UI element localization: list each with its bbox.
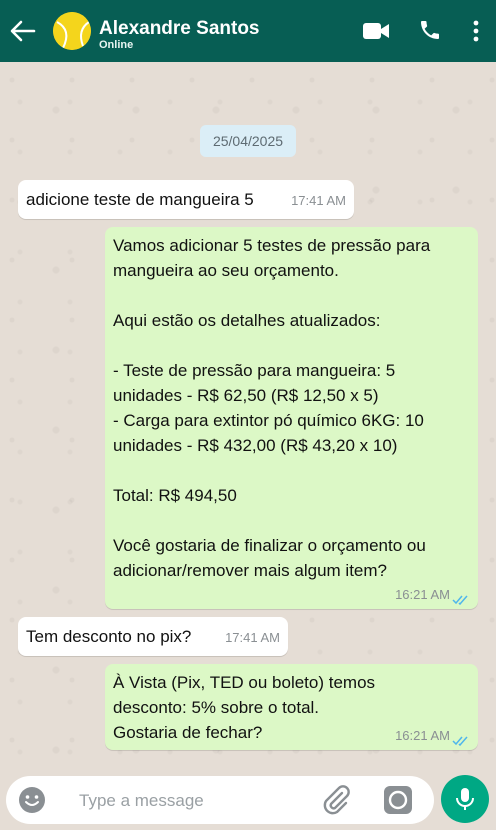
camera-icon[interactable] [383, 785, 413, 815]
more-options-icon[interactable] [472, 19, 480, 43]
double-check-icon [452, 736, 468, 746]
message-text: Vamos adicionar 5 testes de pressão para… [113, 236, 431, 580]
message-time: 16:21 AM [395, 728, 450, 743]
mic-button[interactable] [441, 775, 489, 823]
message-composer[interactable]: Type a message [6, 776, 434, 824]
tennis-ball-icon [53, 12, 91, 50]
chat-header: Alexandre Santos Online [0, 0, 496, 62]
double-check-icon [452, 595, 468, 605]
back-arrow-icon[interactable] [10, 18, 36, 44]
attach-icon[interactable] [320, 784, 352, 816]
message-incoming[interactable]: Tem desconto no pix? 17:41 AM [18, 617, 288, 656]
message-time: 16:21 AM [395, 587, 450, 602]
message-time: 17:41 AM [291, 193, 346, 208]
date-divider: 25/04/2025 [200, 125, 296, 157]
message-input[interactable]: Type a message [79, 791, 204, 811]
message-outgoing[interactable]: À Vista (Pix, TED ou boleto) temos desco… [105, 664, 478, 750]
phone-icon[interactable] [418, 18, 442, 42]
emoji-icon[interactable] [18, 786, 46, 814]
message-outgoing[interactable]: Vamos adicionar 5 testes de pressão para… [105, 227, 478, 609]
contact-status: Online [99, 39, 134, 51]
video-call-icon[interactable] [362, 20, 390, 42]
avatar[interactable] [53, 12, 91, 50]
contact-name[interactable]: Alexandre Santos [99, 18, 260, 40]
message-incoming[interactable]: adicione teste de mangueira 5 17:41 AM [18, 180, 354, 219]
mic-icon [456, 788, 474, 810]
message-time: 17:41 AM [225, 630, 280, 645]
